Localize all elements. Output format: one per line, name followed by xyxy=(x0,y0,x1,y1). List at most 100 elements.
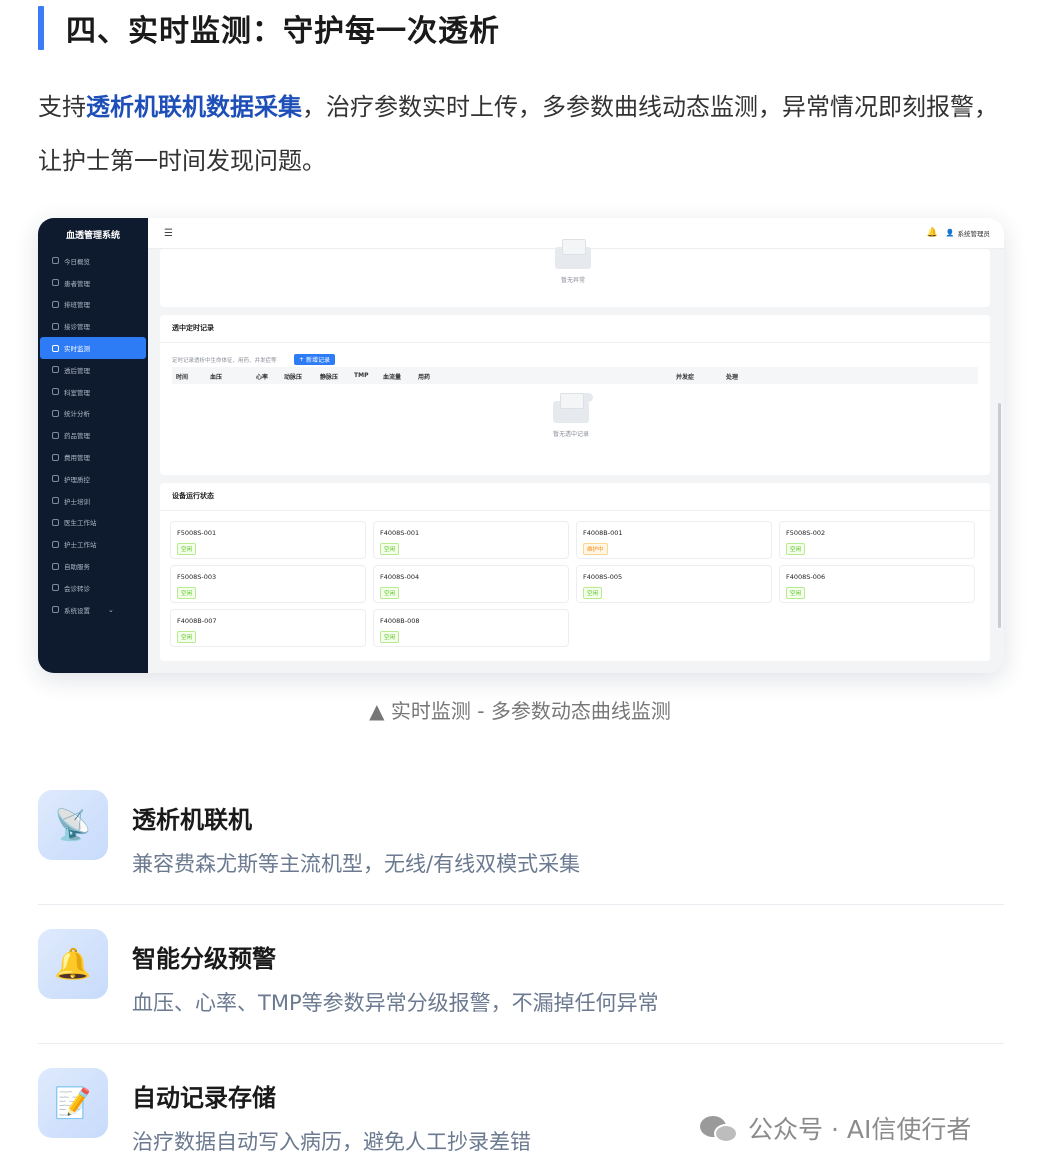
device-card[interactable]: F4008B-008 空闲 xyxy=(373,609,569,647)
add-record-label: 新增记录 xyxy=(305,357,330,364)
feature-item: 🔔 智能分级预警 血压、心率、TMP等参数异常分级报警，不漏掉任何异常 xyxy=(38,929,1004,1069)
clock-icon xyxy=(52,257,59,265)
status-badge: 空闲 xyxy=(380,543,400,555)
main-content: 暂无异常 透中定时记录 定时记录透析中生命体征、用药、并发症等 + 新增记录 时… xyxy=(148,239,1004,673)
sidebar-item[interactable]: 医生工作站 xyxy=(38,512,148,534)
sidebar-item-label: 护理质控 xyxy=(64,475,90,484)
sidebar-item-label: 护士培训 xyxy=(64,497,90,506)
feature-title: 自动记录存储 xyxy=(132,1084,276,1112)
device-name: F5008S-002 xyxy=(786,529,826,537)
bell-icon[interactable]: 🔔 xyxy=(927,228,938,238)
card-divider xyxy=(160,342,990,343)
device-card[interactable]: F4008S-004 空闲 xyxy=(373,565,569,603)
sidebar-item-label: 患者管理 xyxy=(64,279,90,288)
gear-icon xyxy=(52,606,59,614)
status-badge: 空闲 xyxy=(177,587,197,599)
alerts-empty-text: 暂无异常 xyxy=(560,277,585,284)
sidebar-item[interactable]: 系统设置 ⌄ xyxy=(38,599,148,621)
screen-icon xyxy=(52,562,59,570)
sidebar-item-label: 费用管理 xyxy=(64,454,90,463)
timed-records-card: 透中定时记录 定时记录透析中生命体征、用药、并发症等 + 新增记录 时间 血压 心率… xyxy=(160,315,990,475)
sidebar-item-label: 今日概览 xyxy=(64,257,90,266)
feature-desc: 血压、心率、TMP等参数异常分级报警，不漏掉任何异常 xyxy=(132,991,659,1015)
sidebar-item[interactable]: 药品管理 xyxy=(38,424,148,446)
status-badge: 空闲 xyxy=(177,543,197,555)
device-card[interactable]: F4008S-005 空闲 xyxy=(576,565,772,603)
home-icon xyxy=(52,388,59,396)
monitor-icon xyxy=(52,344,59,352)
device-name: F5008S-003 xyxy=(177,573,217,581)
sidebar-item[interactable]: 自助服务 xyxy=(38,555,148,577)
column-header: 静脉压 xyxy=(320,374,339,381)
title-accent-bar xyxy=(38,6,44,50)
sidebar-item[interactable]: 今日概览 xyxy=(38,250,148,272)
column-header: 血流量 xyxy=(383,374,402,381)
sidebar-item-label: 护士工作站 xyxy=(64,541,97,550)
bell-icon: 🔔 xyxy=(38,929,108,999)
device-status-card: 设备运行状态 F5008S-001 空闲 F4008S-001 空闲 F4008B-00… xyxy=(160,483,990,661)
sidebar-item[interactable]: 排班管理 xyxy=(38,294,148,316)
document-icon xyxy=(52,366,59,374)
device-card[interactable]: F4008B-007 空闲 xyxy=(170,609,366,647)
empty-tray-icon xyxy=(553,393,589,423)
intro-text-before: 支持 xyxy=(38,93,86,121)
sidebar-item[interactable]: 患者管理 xyxy=(38,272,148,294)
column-header: 用药 xyxy=(418,374,431,381)
sidebar-item-label: 科室管理 xyxy=(64,388,90,397)
alerts-empty-state: 暂无异常 xyxy=(555,239,591,284)
user-name[interactable]: 系统管理员 xyxy=(958,228,991,238)
status-badge: 空闲 xyxy=(786,587,806,599)
memo-icon: 📝 xyxy=(38,1068,108,1138)
status-badge: 空闲 xyxy=(583,587,603,599)
device-card[interactable]: F4008B-001 维护中 xyxy=(576,521,772,559)
chart-icon xyxy=(52,409,59,417)
pill-icon xyxy=(52,431,59,439)
sidebar-item[interactable]: 统计分析 xyxy=(38,403,148,425)
intro-highlight: 透析机联机数据采集 xyxy=(86,93,302,121)
add-record-button[interactable]: + 新增记录 xyxy=(294,354,335,365)
sidebar-item[interactable]: 会诊转诊 xyxy=(38,577,148,599)
device-card[interactable]: F5008S-002 空闲 xyxy=(779,521,975,559)
device-card[interactable]: F4008S-006 空闲 xyxy=(779,565,975,603)
empty-tray-icon xyxy=(555,239,591,269)
sidebar-item[interactable]: 护士工作站 xyxy=(38,533,148,555)
device-name: F5008S-001 xyxy=(177,529,217,537)
sidebar-item[interactable]: 实时监测 xyxy=(40,337,146,359)
device-card[interactable]: F5008S-003 空闲 xyxy=(170,565,366,603)
app-screenshot: 血透管理系统 今日概览 患者管理 排班管理 接诊管理 实时监测 透后管理 科室管理 统计分析药… xyxy=(38,218,1004,673)
sidebar-item-label: 接诊管理 xyxy=(64,323,90,332)
status-badge: 空闲 xyxy=(380,631,400,643)
column-header: 时间 xyxy=(176,374,189,381)
sidebar-item-label: 会诊转诊 xyxy=(64,584,90,593)
doctor-icon xyxy=(52,518,59,526)
sidebar-item[interactable]: 护理质控 xyxy=(38,468,148,490)
column-header: TMP xyxy=(354,372,369,379)
feature-item: 📡 透析机联机 兼容费森尤斯等主流机型，无线/有线双模式采集 xyxy=(38,790,1004,930)
timed-records-title: 透中定时记录 xyxy=(172,324,214,332)
sidebar-item[interactable]: 科室管理 xyxy=(38,381,148,403)
device-name: F4008S-005 xyxy=(583,573,623,581)
device-card[interactable]: F5008S-001 空闲 xyxy=(170,521,366,559)
column-header: 并发症 xyxy=(676,374,695,381)
sidebar-item-label: 实时监测 xyxy=(64,345,90,354)
watermark: 公众号 · AI信使行者 xyxy=(700,1110,971,1146)
sidebar-item-label: 药品管理 xyxy=(64,432,90,441)
device-card[interactable]: F4008S-001 空闲 xyxy=(373,521,569,559)
column-header: 动脉压 xyxy=(284,374,303,381)
sidebar-item[interactable]: 护士培训 xyxy=(38,490,148,512)
device-name: F4008S-001 xyxy=(380,529,420,537)
sidebar-item[interactable]: 透后管理 xyxy=(38,359,148,381)
sidebar-item[interactable]: 接诊管理 xyxy=(38,315,148,337)
chevron-down-icon: ⌄ xyxy=(108,605,114,614)
section-header: 四、实时监测：守护每一次透析 xyxy=(38,6,500,50)
transfer-icon xyxy=(52,584,59,592)
sidebar-item[interactable]: 费用管理 xyxy=(38,446,148,468)
feature-title: 透析机联机 xyxy=(132,806,252,834)
user-icon: 👤 xyxy=(945,229,955,237)
menu-toggle-icon[interactable]: ☰ xyxy=(164,228,173,239)
device-name: F4008S-004 xyxy=(380,573,420,581)
section-title: 四、实时监测：守护每一次透析 xyxy=(66,14,500,49)
content-scrollbar[interactable] xyxy=(998,403,1001,628)
records-table-header: 时间 血压 心率 动脉压 静脉压 TMP 血流量 用药 并发症 处理 xyxy=(172,367,978,384)
status-badge: 空闲 xyxy=(786,543,806,555)
